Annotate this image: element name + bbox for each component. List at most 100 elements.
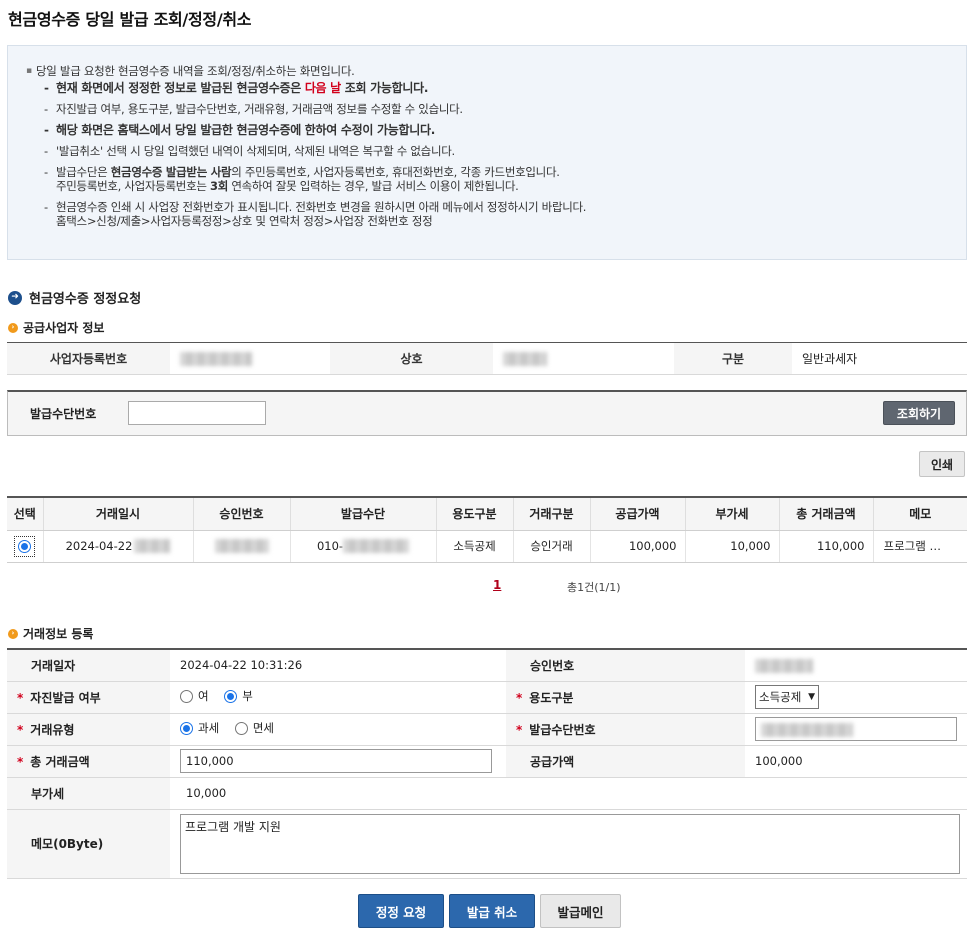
notice-text: 발급수단은 [56, 165, 111, 179]
section-title: ➜ 현금영수증 정정요청 [8, 288, 141, 307]
trade-type-options: 과세 면세 [170, 713, 506, 746]
focus-ring [14, 535, 36, 557]
option-label: 과세 [198, 721, 220, 736]
col-header: 공급가액 [589, 497, 685, 531]
notice-line-1: 현재 화면에서 정정한 정보로 발급된 현금영수증은 다음 날 조회 가능합니다… [26, 81, 586, 95]
row-select[interactable] [7, 530, 43, 563]
label-text: 거래일자 [31, 658, 76, 673]
issue-method-number-input[interactable] [128, 401, 266, 425]
arrow-circle-icon: › [8, 628, 18, 639]
notice-line-4: '발급취소' 선택 시 당일 입력했던 내역이 삭제되며, 삭제된 내역은 복구… [26, 144, 586, 158]
correct-request-button[interactable]: 정정 요청 [358, 894, 444, 928]
purpose: 소득공제 [435, 530, 513, 563]
memo-label: 메모(0Byte) [7, 809, 170, 879]
receipt-list-table: 선택 거래일시 승인번호 발급수단 용도구분 거래구분 공급가액 부가세 총 거… [7, 496, 967, 563]
purpose-select[interactable]: 소득공제 ▼ [755, 685, 819, 709]
page-1-link[interactable]: 1 [493, 578, 501, 592]
search-label: 발급수단번호 [30, 407, 97, 421]
notice-text: 연속하여 잘못 입력하는 경우, 발급 서비스 이용이 제한됩니다. [227, 179, 519, 193]
issue-method-text: 010- [316, 538, 344, 553]
notice-text: 현금영수증 인쇄 시 사업장 전화번호가 표시됩니다. 전화번호 변경을 원하시… [56, 200, 587, 214]
issue-method: 010- [289, 530, 436, 563]
issue-method-label: * 발급수단번호 [506, 713, 745, 746]
vat-label: 부가세 [7, 777, 170, 810]
total-amount-cell: 110,000 [170, 745, 506, 778]
option-label: 여 [198, 689, 209, 704]
trade-type-label: * 거래유형 [7, 713, 170, 746]
company-name-label: 상호 [330, 342, 493, 375]
table-row[interactable]: 2024-04-22 010- 소득공제 승인거래 100,000 10,000… [7, 530, 967, 563]
issue-method-field[interactable] [755, 717, 957, 741]
notice-line-3: 해당 화면은 홈택스에서 당일 발급한 현금영수증에 한하여 수정이 가능합니다… [26, 123, 586, 137]
purpose-label: * 용도구분 [506, 681, 745, 714]
approval-no-value [745, 649, 967, 682]
form-subtitle: › 거래정보 등록 [8, 625, 93, 642]
section-title-text: 현금영수증 정정요청 [29, 292, 142, 307]
print-button[interactable]: 인쇄 [919, 451, 965, 477]
cancel-issue-button[interactable]: 발급 취소 [449, 894, 535, 928]
self-issue-no-option[interactable]: 부 [224, 688, 253, 704]
label-text: 거래유형 [30, 722, 75, 737]
issue-mail-button[interactable]: 발급메인 [540, 894, 621, 928]
col-header: 용도구분 [435, 497, 513, 531]
trade-info-form: 거래일자 2024-04-22 10:31:26 승인번호 * 자진발급 여부 여… [7, 648, 967, 879]
notice-line-5: 발급수단은 현금영수증 발급받는 사람의 주민등록번호, 사업자등록번호, 휴대… [26, 165, 586, 193]
supplier-title-text: 공급사업자 정보 [23, 321, 105, 335]
search-panel: 발급수단번호 조회하기 [7, 390, 967, 436]
notice-text: 조회 가능합니다. [340, 81, 429, 95]
total-amount: 110,000 [778, 530, 873, 563]
row-radio[interactable] [18, 539, 32, 553]
search-button[interactable]: 조회하기 [883, 401, 955, 425]
purpose-cell: 소득공제 ▼ [745, 681, 967, 714]
radio-button[interactable] [234, 721, 248, 735]
memo-textarea[interactable]: 프로그램 개발 지원 [180, 813, 960, 874]
notice-bold: 현금영수증 발급받는 사람 [110, 165, 232, 179]
self-issue-yes-option[interactable]: 여 [180, 688, 209, 704]
approval-no [192, 530, 290, 563]
chevron-down-icon: ▼ [808, 692, 815, 702]
memo-cell: 프로그램 개발 지원 [170, 809, 967, 879]
total-amount-label: * 총 거래금액 [7, 745, 170, 778]
self-issue-label: * 자진발급 여부 [7, 681, 170, 714]
biz-no-label: 사업자등록번호 [7, 342, 170, 375]
notice-bold: 3회 [210, 179, 228, 193]
col-header: 총 거래금액 [778, 497, 873, 531]
label-text: 발급수단번호 [529, 722, 596, 737]
trade-datetime: 2024-04-22 [42, 530, 193, 563]
form-title-text: 거래정보 등록 [23, 627, 94, 641]
trade-date-label: 거래일자 [7, 649, 170, 682]
radio-button[interactable] [224, 689, 238, 703]
col-header: 거래일시 [42, 497, 193, 531]
company-name-value [493, 342, 674, 375]
label-text: 총 거래금액 [30, 754, 90, 769]
vat-amount: 10,000 [684, 530, 779, 563]
trade-date-value: 2024-04-22 10:31:26 [170, 649, 506, 682]
notice-text: 현재 화면에서 정정한 정보로 발급된 현금영수증은 [56, 81, 305, 95]
arrow-circle-icon: ➜ [8, 290, 22, 305]
total-amount-field[interactable]: 110,000 [180, 749, 492, 773]
notice-box: 당일 발급 요청한 현금영수증 내역을 조회/정정/취소하는 화면입니다. 현재… [7, 45, 967, 260]
biz-no-value [170, 342, 330, 375]
col-header: 거래구분 [512, 497, 590, 531]
page-title: 현금영수증 당일 발급 조회/정정/취소 [8, 10, 252, 29]
radio-button[interactable] [180, 721, 193, 735]
vat-value: 10,000 [170, 777, 967, 810]
supply-amount-label: 공급가액 [506, 745, 745, 778]
supply-amount: 100,000 [589, 530, 685, 563]
label-text: 메모(0Byte) [31, 837, 104, 851]
radio-button[interactable] [180, 689, 193, 703]
notice-text: 의 주민등록번호, 사업자등록번호, 휴대전화번호, 각종 카드번호입니다. [231, 165, 560, 179]
arrow-circle-icon: › [8, 322, 18, 333]
taxable-option[interactable]: 과세 [180, 720, 219, 736]
option-label: 부 [242, 689, 253, 704]
col-header: 발급수단 [289, 497, 436, 531]
notice-menu-path: 홈택스>신청/제출>사업자등록정정>상호 및 연락처 정정>사업장 전화번호 정… [56, 214, 433, 228]
tax-free-option[interactable]: 면세 [234, 720, 274, 736]
notice-intro: 당일 발급 요청한 현금영수증 내역을 조회/정정/취소하는 화면입니다. [26, 64, 586, 78]
trade-kind: 승인거래 [512, 530, 590, 563]
biz-type-value: 일반과세자 [792, 342, 967, 375]
biz-type-label: 구분 [674, 342, 792, 375]
col-header: 메모 [872, 497, 967, 531]
col-header: 승인번호 [192, 497, 290, 531]
col-header: 부가세 [684, 497, 779, 531]
